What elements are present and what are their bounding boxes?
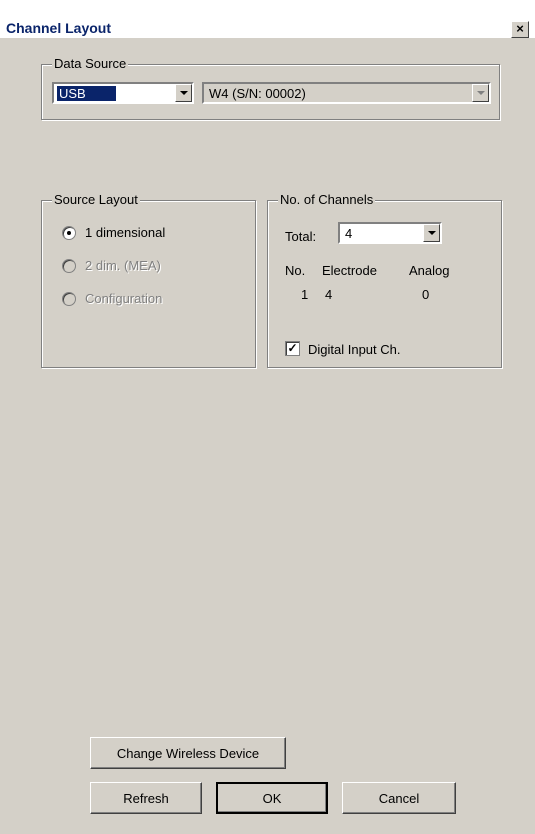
- header-analog: Analog: [409, 263, 450, 278]
- close-button[interactable]: ×: [511, 21, 529, 38]
- data-source-group: Data Source USB W4 (S/N: 00002): [41, 56, 500, 120]
- value-analog: 0: [422, 287, 430, 302]
- total-label: Total:: [285, 229, 317, 244]
- radio-1-dimensional[interactable]: 1 dimensional: [62, 225, 165, 240]
- change-wireless-device-button[interactable]: Change Wireless Device: [90, 737, 286, 769]
- cancel-button[interactable]: Cancel: [342, 782, 456, 814]
- radio-label: Configuration: [85, 291, 163, 306]
- channels-legend: No. of Channels: [278, 192, 376, 207]
- chevron-down-icon[interactable]: [175, 84, 192, 102]
- radio-label: 2 dim. (MEA): [85, 258, 161, 273]
- channels-group: No. of Channels Total: 4 No. Electrode A…: [267, 192, 502, 368]
- total-channels-value: 4: [345, 226, 353, 241]
- ok-button[interactable]: OK: [216, 782, 328, 814]
- radio-label: 1 dimensional: [85, 225, 166, 240]
- total-channels-select[interactable]: 4: [338, 222, 442, 244]
- dialog-body: Data Source USB W4 (S/N: 00002) Source L…: [0, 38, 535, 834]
- radio-configuration: Configuration: [62, 291, 162, 306]
- source-layout-legend: Source Layout: [52, 192, 140, 207]
- header-no: No.: [285, 263, 306, 278]
- header-electrode: Electrode: [322, 263, 377, 278]
- source-layout-group: Source Layout 1 dimensional 2 dim. (MEA)…: [41, 192, 256, 368]
- title-bar: Channel Layout ×: [0, 0, 535, 38]
- radio-selected-icon: [62, 225, 76, 240]
- device-select: W4 (S/N: 00002): [202, 82, 491, 104]
- window-title: Channel Layout: [6, 20, 112, 36]
- value-electrode: 4: [325, 287, 333, 302]
- radio-2-dim-mea: 2 dim. (MEA): [62, 258, 161, 273]
- radio-icon: [62, 258, 76, 273]
- data-source-legend: Data Source: [52, 56, 129, 71]
- digital-input-label: Digital Input Ch.: [308, 342, 401, 357]
- refresh-button[interactable]: Refresh: [90, 782, 202, 814]
- chevron-down-icon[interactable]: [423, 224, 440, 242]
- device-value: W4 (S/N: 00002): [209, 86, 306, 101]
- interface-select[interactable]: USB: [52, 82, 194, 104]
- chevron-down-icon: [472, 84, 489, 102]
- radio-icon: [62, 291, 76, 306]
- value-no: 1: [301, 287, 309, 302]
- digital-input-checkbox[interactable]: ✓: [285, 341, 300, 356]
- interface-value: USB: [57, 86, 116, 101]
